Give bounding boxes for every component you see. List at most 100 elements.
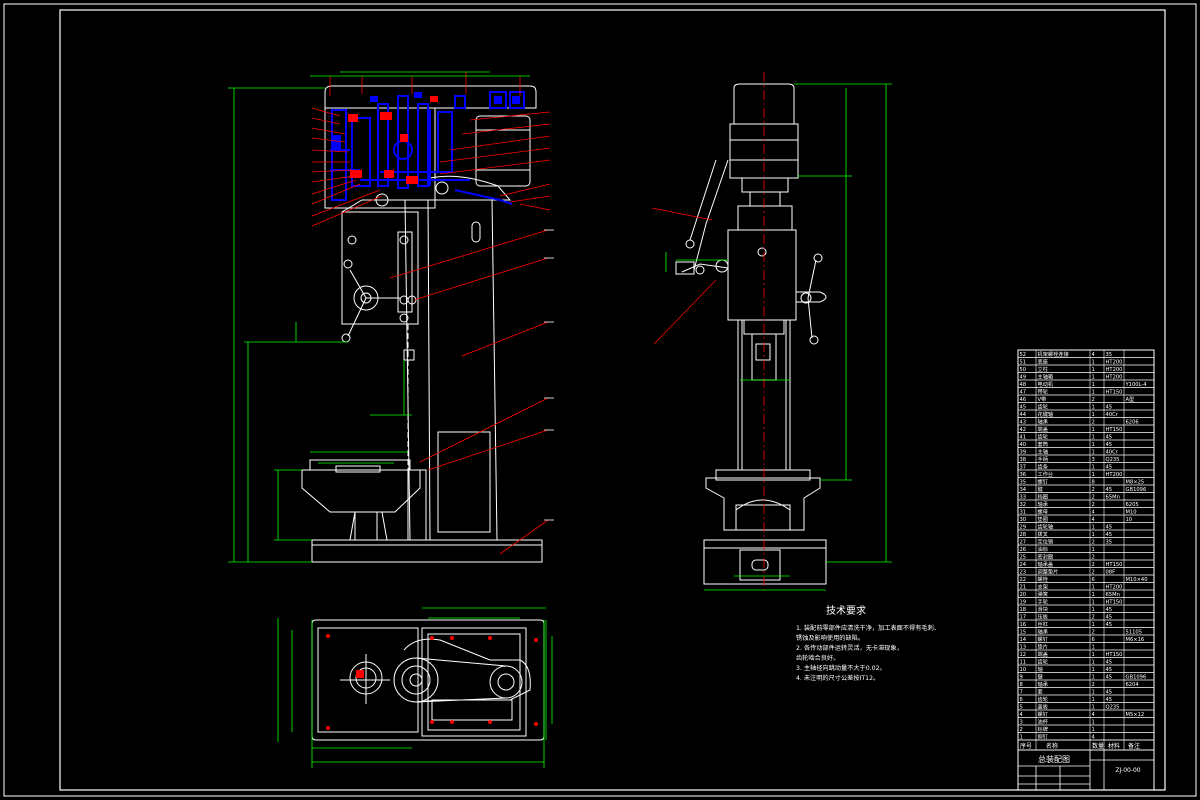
bom-cell: 1 [1092, 524, 1095, 530]
bom-cell: 45 [1106, 622, 1113, 628]
bom-table: 52 机架螺栓连接 4 3551 底座 1 HT20050 立柱 1 HT20049 主轴箱 1 HT2… [1017, 349, 1155, 791]
bom-cell: 1 [1092, 719, 1095, 725]
bom-cell: 油杯 [1038, 717, 1049, 725]
bom-cell: 1 [1092, 382, 1095, 388]
bom-cell: 41 [1020, 434, 1027, 440]
bom-cell: 1 [1092, 727, 1095, 733]
bom-cell: 铆钉 [1038, 732, 1048, 740]
gearbox-red-parts [348, 96, 438, 184]
bom-cell: 丝杠 [1038, 620, 1048, 628]
bom-cell: 39 [1020, 449, 1027, 455]
tech-req-line: 4. 未注明的尺寸公差按IT12。 [796, 674, 879, 682]
bom-cell: 9 [1020, 674, 1023, 680]
bom-cell: 轴承盖 [1038, 560, 1054, 568]
bom-cell: M10 [1126, 509, 1137, 515]
bom-cell: 6204 [1126, 682, 1140, 688]
bom-header-remark: 备注 [1128, 742, 1140, 750]
bom-cell: 16 [1020, 622, 1027, 628]
bom-cell: 4 [1020, 712, 1024, 718]
bom-cell: 65Mn [1106, 592, 1120, 598]
bom-cell: 1 [1092, 434, 1095, 440]
bom-cell: 螺钉 [1038, 635, 1048, 643]
bom-cell: 22 [1020, 577, 1027, 583]
bom-cell: 35 [1020, 479, 1027, 485]
bom-cell: HT150 [1106, 562, 1123, 568]
bom-cell: 42 [1020, 427, 1027, 433]
bom-cell: 46 [1020, 397, 1027, 403]
bom-cell: 密封圈 [1038, 552, 1054, 560]
bom-cell: 1 [1092, 449, 1095, 455]
bom-cell: 机架螺栓连接 [1038, 350, 1069, 358]
bom-cell: 44 [1020, 412, 1027, 418]
bom-cell: 齿条 [1038, 462, 1048, 470]
bom-cell: 45 [1106, 659, 1113, 665]
bom-cell: 13 [1020, 644, 1027, 650]
bom-cell: 4 [1092, 352, 1096, 358]
bom-cell: M10×40 [1126, 577, 1148, 583]
bom-cell: 带轮 [1038, 387, 1048, 395]
bom-cell: 调整垫片 [1038, 567, 1059, 575]
bom-cell: Q235 [1106, 704, 1120, 710]
bom-cell: HT200 [1106, 584, 1123, 590]
bom-cell: 6 [1092, 577, 1095, 583]
bom-cell: 1 [1092, 704, 1095, 710]
sheet-border-inner [59, 9, 1166, 791]
bom-cell: 2 [1092, 629, 1095, 635]
bom-cell: 轴承 [1038, 627, 1049, 635]
bom-cell: 8 [1020, 682, 1023, 688]
bom-cell: 2 [1092, 682, 1095, 688]
bom-header-index: 序号 [1020, 742, 1032, 750]
side-view [675, 83, 827, 585]
gearbox-fill [333, 92, 520, 149]
bom-cell: 32 [1020, 502, 1027, 508]
bom-cell: 定位销 [1038, 537, 1054, 545]
bom-cell: 齿轮 [1038, 657, 1048, 665]
bom-cell: 拨叉 [1038, 530, 1048, 538]
bom-cell: 齿轮 [1038, 402, 1048, 410]
bom-cell: 5 [1020, 704, 1023, 710]
bom-cell: 1 [1092, 427, 1095, 433]
bom-cell: 底座 [1038, 357, 1048, 365]
bom-cell: 3 [1020, 719, 1023, 725]
bom-cell: 手柄 [1038, 455, 1048, 463]
bom-cell: 螺钉 [1038, 710, 1048, 718]
bom-cell: 2 [1092, 502, 1095, 508]
bom-cell: 2 [1020, 727, 1023, 733]
front-view-balloon-ticks [544, 229, 554, 521]
bom-cell: 50 [1020, 367, 1027, 373]
bom-cell: 1 [1092, 464, 1095, 470]
bom-cell: 45 [1106, 667, 1113, 673]
bom-cell: 1 [1092, 607, 1095, 613]
bom-cell: 6 [1092, 637, 1095, 643]
bom-cell: 15 [1020, 629, 1027, 635]
bom-cell: 2 [1092, 487, 1095, 493]
bom-cell: 6 [1020, 697, 1023, 703]
bom-cell: 1 [1092, 389, 1095, 395]
bom-cell: 37 [1020, 464, 1027, 470]
bom-cell: 45 [1106, 524, 1113, 530]
bom-cell: 1 [1092, 599, 1095, 605]
bom-cell: 26 [1020, 547, 1027, 553]
bom-header-material: 材料 [1108, 742, 1120, 750]
bom-cell: 滑块 [1038, 605, 1049, 613]
bom-cell: M6×16 [1126, 637, 1145, 643]
drawing-number: ZJ-00-00 [1115, 767, 1140, 774]
bom-cell: 1 [1092, 547, 1095, 553]
bom-cell: 轴 [1038, 665, 1043, 673]
bom-cell: 盖板 [1038, 702, 1049, 710]
bom-cell: 40Cr [1106, 449, 1119, 455]
bom-cell: 4 [1092, 712, 1096, 718]
bom-cell: 45 [1106, 464, 1113, 470]
tech-req-title: 技术要求 [826, 604, 866, 617]
bom-cell: 手轮 [1038, 597, 1048, 605]
tech-req-line: 1. 装配前零部件应清洗干净，加工表面不得有毛刺、 [796, 624, 940, 632]
bom-cell: 17 [1020, 614, 1027, 620]
bom-cell: HT150 [1106, 652, 1123, 658]
bom-cell: 1 [1092, 659, 1095, 665]
bom-cell: 24 [1020, 562, 1027, 568]
bom-cell: 7 [1020, 689, 1023, 695]
bom-cell: 2 [1092, 562, 1095, 568]
bom-cell: 38 [1020, 457, 1027, 463]
bom-cell: 1 [1092, 592, 1095, 598]
bom-cell: 20 [1020, 592, 1027, 598]
